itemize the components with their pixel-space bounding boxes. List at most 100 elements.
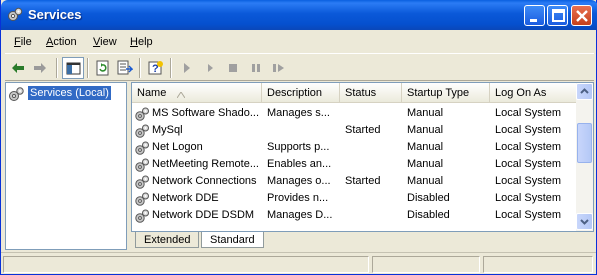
- status-bar: [1, 252, 596, 274]
- toolbar: ?: [5, 53, 594, 81]
- start-service-button[interactable]: [176, 57, 198, 79]
- minimize-icon: [530, 19, 537, 22]
- cell-name: MySql: [152, 124, 183, 136]
- cell-startup-type: Manual: [407, 124, 444, 136]
- stop-service-button[interactable]: [222, 57, 244, 79]
- services-list: Name Description Status Startup Type Log…: [131, 82, 594, 232]
- cell-log-on-as: Local System: [495, 141, 562, 153]
- maximize-button[interactable]: [547, 5, 568, 26]
- services-gear-icon: [7, 7, 23, 23]
- back-arrow-icon: [12, 63, 24, 73]
- menu-action[interactable]: Action: [46, 36, 77, 48]
- toolbar-separator: [87, 58, 89, 78]
- cell-description: Manages D...: [267, 209, 333, 221]
- sort-ascending-icon: [176, 89, 186, 101]
- start-service-alt-button[interactable]: [199, 57, 221, 79]
- scroll-down-button[interactable]: [576, 213, 593, 230]
- cell-startup-type: Manual: [407, 175, 444, 187]
- scroll-up-button[interactable]: [576, 83, 593, 100]
- cell-name: Network Connections: [152, 175, 257, 187]
- status-panel-tertiary: [483, 256, 593, 273]
- table-row[interactable]: Network Connections Manages o... Started Ma…: [132, 173, 578, 190]
- column-header-status[interactable]: Status: [340, 83, 402, 103]
- cell-name: Network DDE DSDM: [152, 209, 255, 221]
- stop-icon: [229, 64, 237, 72]
- table-row[interactable]: MySql Started Manual Local System: [132, 122, 578, 139]
- cell-log-on-as: Local System: [495, 107, 562, 119]
- maximize-icon: [552, 9, 565, 22]
- gear-icon: [134, 208, 150, 227]
- cell-name: Net Logon: [152, 141, 203, 153]
- play-small-icon: [208, 64, 213, 72]
- cell-description: Provides n...: [267, 192, 329, 204]
- play-icon: [184, 63, 190, 73]
- column-header-startup-type[interactable]: Startup Type: [402, 83, 490, 103]
- toolbar-separator: [139, 58, 141, 78]
- table-row[interactable]: MS Software Shado... Manages s... Manual Lo…: [132, 105, 578, 122]
- cell-name: MS Software Shado...: [152, 107, 259, 119]
- table-row[interactable]: NetMeeting Remote... Enables an... Manual L…: [132, 156, 578, 173]
- view-tabs: Extended Standard: [131, 232, 594, 250]
- column-header-log-on-as[interactable]: Log On As: [490, 83, 578, 103]
- forward-button[interactable]: [29, 57, 51, 79]
- menu-view[interactable]: View: [93, 36, 117, 48]
- cell-log-on-as: Local System: [495, 124, 562, 136]
- cell-log-on-as: Local System: [495, 158, 562, 170]
- pause-icon: [252, 64, 260, 72]
- chevron-down-icon: [580, 219, 589, 225]
- menu-bar: File Action View Help: [5, 32, 594, 52]
- gear-icon: [9, 87, 24, 101]
- cell-status: Started: [345, 124, 381, 136]
- cell-description: Manages s...: [267, 107, 330, 119]
- tree-pane: Services (Local): [5, 82, 127, 250]
- status-panel-main: [3, 256, 369, 273]
- status-panel-secondary: [372, 256, 480, 273]
- help-icon: ?: [148, 61, 163, 75]
- refresh-icon: [96, 60, 109, 76]
- column-header-description[interactable]: Description: [262, 83, 340, 103]
- cell-name: Network DDE: [152, 192, 219, 204]
- export-list-icon: [117, 60, 133, 75]
- pause-service-button[interactable]: [245, 57, 267, 79]
- cell-startup-type: Disabled: [407, 192, 450, 204]
- cell-log-on-as: Local System: [495, 192, 562, 204]
- toolbar-separator: [170, 58, 172, 78]
- table-row[interactable]: Network DDE Provides n... Disabled Local Sy…: [132, 190, 578, 207]
- show-hide-tree-button[interactable]: [62, 57, 84, 79]
- title-bar[interactable]: Services: [1, 0, 597, 30]
- restart-icon: [273, 64, 284, 72]
- cell-name: NetMeeting Remote...: [152, 158, 259, 170]
- cell-description: Supports p...: [267, 141, 330, 153]
- cell-startup-type: Manual: [407, 107, 444, 119]
- help-button[interactable]: ?: [145, 57, 167, 79]
- forward-arrow-icon: [34, 63, 46, 73]
- show-hide-tree-icon: [66, 62, 81, 75]
- table-row[interactable]: Network DDE DSDM Manages D... Disabled Loca…: [132, 207, 578, 224]
- minimize-button[interactable]: [524, 5, 545, 26]
- cell-description: Manages o...: [267, 175, 331, 187]
- export-list-button[interactable]: [114, 57, 136, 79]
- close-icon: [576, 10, 588, 22]
- tree-item-label: Services (Local): [28, 86, 111, 100]
- tab-extended[interactable]: Extended: [135, 232, 200, 248]
- tab-standard[interactable]: Standard: [201, 232, 264, 248]
- cell-startup-type: Disabled: [407, 209, 450, 221]
- cell-startup-type: Manual: [407, 158, 444, 170]
- close-button[interactable]: [571, 5, 592, 26]
- cell-startup-type: Manual: [407, 141, 444, 153]
- chevron-up-icon: [580, 88, 589, 94]
- restart-service-button[interactable]: [268, 57, 290, 79]
- back-button[interactable]: [7, 57, 29, 79]
- cell-log-on-as: Local System: [495, 209, 562, 221]
- services-window: Services File Action View Help ? Service…: [0, 0, 597, 275]
- table-row[interactable]: Net Logon Supports p... Manual Local System: [132, 139, 578, 156]
- cell-description: Enables an...: [267, 158, 332, 170]
- menu-help[interactable]: Help: [130, 36, 153, 48]
- column-header-name[interactable]: Name: [132, 83, 262, 103]
- menu-file[interactable]: File: [14, 36, 32, 48]
- refresh-button[interactable]: [92, 57, 114, 79]
- cell-log-on-as: Local System: [495, 175, 562, 187]
- window-title: Services: [28, 7, 82, 22]
- scroll-thumb[interactable]: [577, 123, 592, 163]
- vertical-scrollbar[interactable]: [576, 83, 593, 231]
